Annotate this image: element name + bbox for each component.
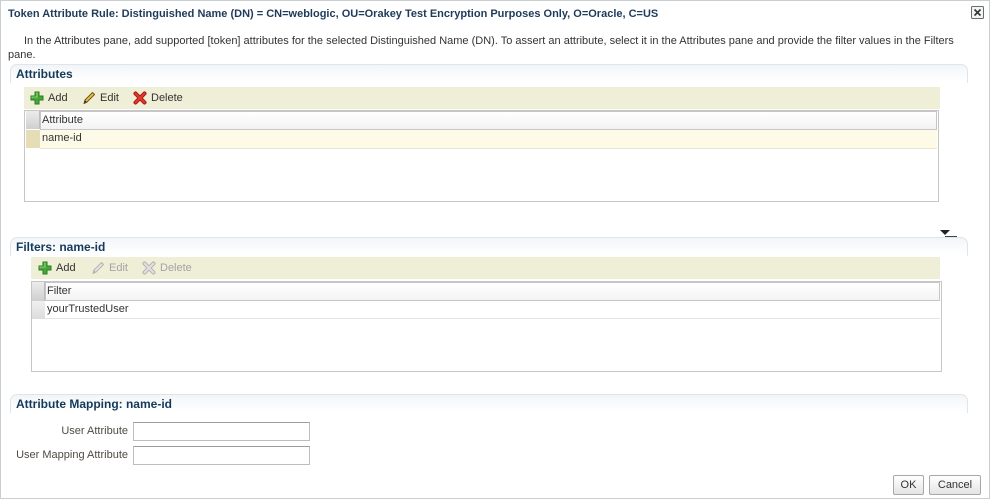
mapping-section-title: Attribute Mapping: name-id <box>16 397 172 411</box>
row-header[interactable] <box>26 130 40 148</box>
filters-add-label: Add <box>56 262 76 274</box>
user-mapping-attribute-input[interactable] <box>133 446 310 465</box>
ok-button[interactable]: OK <box>893 475 924 495</box>
filters-edit-label: Edit <box>109 262 128 274</box>
filters-section-title: Filters: name-id <box>16 240 106 254</box>
delete-x-icon <box>133 91 147 105</box>
filters-delete-button: Delete <box>140 257 194 279</box>
table-row[interactable]: yourTrustedUser <box>45 301 940 319</box>
table-row[interactable]: name-id <box>40 130 937 149</box>
filters-delete-label: Delete <box>160 262 192 274</box>
filters-toolbar: Add Edit Delete <box>31 257 940 279</box>
filters-section-header: Filters: name-id <box>10 237 968 256</box>
attributes-add-label: Add <box>48 92 68 104</box>
column-header-attribute[interactable]: Attribute <box>40 111 937 130</box>
attributes-section-title: Attributes <box>16 67 73 81</box>
attributes-section-header: Attributes <box>10 64 968 83</box>
close-icon <box>971 6 984 19</box>
instructions-text: In the Attributes pane, add supported [t… <box>8 35 954 61</box>
filters-table: Filter yourTrustedUser <box>31 281 942 372</box>
delete-x-icon <box>142 261 156 275</box>
attributes-table: Attribute name-id <box>24 110 939 202</box>
attributes-edit-button[interactable]: Edit <box>80 87 121 109</box>
cancel-button[interactable]: Cancel <box>929 475 981 495</box>
user-attribute-input[interactable] <box>133 422 310 441</box>
pencil-icon <box>92 262 104 274</box>
table-corner-cell <box>26 111 40 129</box>
attributes-delete-button[interactable]: Delete <box>131 87 185 109</box>
attributes-edit-label: Edit <box>100 92 119 104</box>
close-button[interactable] <box>971 6 984 19</box>
plus-icon <box>30 91 44 105</box>
mapping-section-header: Attribute Mapping: name-id <box>10 394 968 413</box>
attributes-toolbar: Add Edit Delete <box>24 87 940 109</box>
user-attribute-label: User Attribute <box>61 425 128 437</box>
table-corner-cell <box>32 282 45 301</box>
user-mapping-attribute-label: User Mapping Attribute <box>16 449 128 461</box>
attributes-add-button[interactable]: Add <box>28 87 70 109</box>
row-header[interactable] <box>32 301 45 319</box>
pencil-icon <box>83 92 95 104</box>
column-header-filter[interactable]: Filter <box>45 282 940 301</box>
filters-edit-button: Edit <box>89 257 130 279</box>
plus-icon <box>38 261 52 275</box>
dialog-title: Token Attribute Rule: Distinguished Name… <box>8 8 659 20</box>
attributes-delete-label: Delete <box>151 92 183 104</box>
filters-add-button[interactable]: Add <box>36 257 78 279</box>
